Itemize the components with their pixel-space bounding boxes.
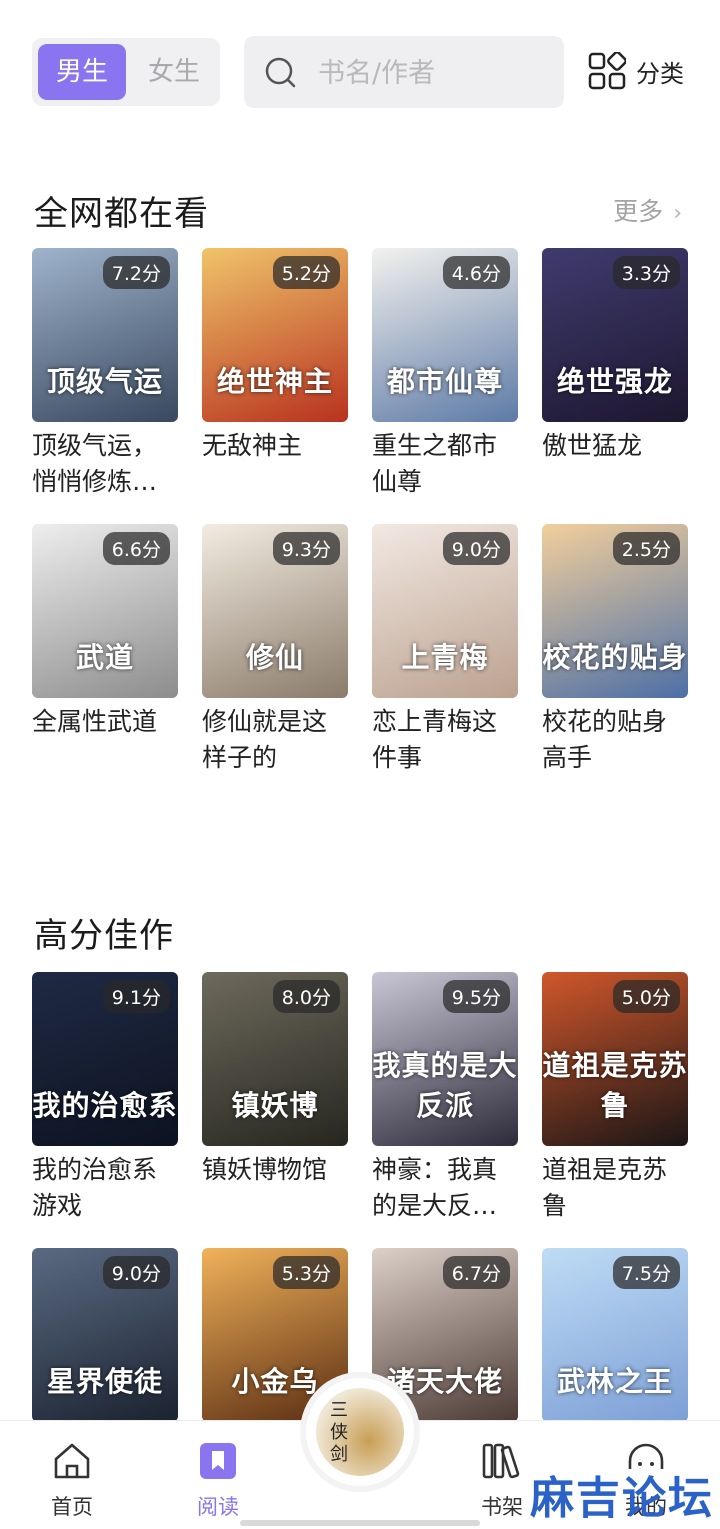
book-title[interactable]: 道祖是克苏鲁 [542,1152,688,1224]
now-playing-cover: 三侠剑 [316,1388,404,1476]
score-badge: 3.3分 [612,256,680,289]
book-title[interactable]: 修仙就是这样子的 [202,704,348,776]
book-cover[interactable]: 修仙 9.3分 [202,524,348,698]
nav-label: 阅读 [197,1495,239,1519]
book-cover[interactable]: 镇妖博 8.0分 [202,972,348,1146]
score-badge: 8.0分 [272,980,340,1013]
book-cover[interactable]: 武林之王 7.5分 [542,1248,688,1422]
score-badge: 5.2分 [272,256,340,289]
cover-title: 绝世神主 [216,365,333,398]
watermark: 麻吉论坛 [530,1473,714,1524]
cover-title: 校花的贴身 [542,641,688,674]
book-card[interactable]: 我的治愈系 9.1分我的治愈系游戏 [32,972,178,1224]
book-title[interactable]: 全属性武道 [32,704,178,740]
book-cover[interactable]: 上青梅 9.0分 [372,524,518,698]
score-badge: 9.3分 [272,532,340,565]
book-title[interactable]: 傲世猛龙 [542,428,688,464]
book-card[interactable]: 道祖是克苏鲁 5.0分道祖是克苏鲁 [542,972,688,1224]
home-icon [54,1443,90,1479]
category-label: 分类 [636,60,684,88]
score-badge: 9.0分 [102,1256,170,1289]
book-card[interactable]: 绝世强龙 3.3分傲世猛龙 [542,248,688,464]
score-badge: 9.0分 [442,532,510,565]
cover-title: 修仙 [245,641,304,674]
nav-item-read[interactable]: 阅读 [178,1439,258,1521]
book-cover[interactable]: 绝世神主 5.2分 [202,248,348,422]
book-cover[interactable]: 我的治愈系 9.1分 [32,972,178,1146]
cover-title: 我的治愈系 [32,1089,178,1122]
book-cover[interactable]: 都市仙尊 4.6分 [372,248,518,422]
book-title[interactable]: 顶级气运，悄悄修炼… [32,428,178,500]
cover-title: 我真的是大反派 [372,1049,518,1122]
book-card[interactable]: 上青梅 9.0分恋上青梅这件事 [372,524,518,776]
tab-female[interactable]: 女生 [130,44,218,100]
book-card[interactable]: 镇妖博 8.0分镇妖博物馆 [202,972,348,1188]
score-badge: 7.5分 [612,1256,680,1289]
cover-title: 道祖是克苏鲁 [542,1049,688,1122]
score-badge: 4.6分 [442,256,510,289]
book-title[interactable]: 无敌神主 [202,428,348,464]
gender-switch: 男生 女生 [32,38,220,106]
book-cover[interactable]: 校花的贴身 2.5分 [542,524,688,698]
top-bar: 男生 女生 分类 [0,0,720,140]
book-cover[interactable]: 我真的是大反派 9.5分 [372,972,518,1146]
cover-title: 星界使徒 [46,1365,163,1398]
section-title: 全网都在看 [34,194,209,234]
score-badge: 6.7分 [442,1256,510,1289]
book-title[interactable]: 重生之都市仙尊 [372,428,518,500]
cover-title: 顶级气运 [46,365,163,398]
score-badge: 5.3分 [272,1256,340,1289]
now-playing-disc[interactable]: 三侠剑 [306,1378,414,1486]
more-label: 更多 [613,197,664,226]
book-card[interactable]: 修仙 9.3分修仙就是这样子的 [202,524,348,776]
now-playing-title: 三侠剑 [330,1400,348,1465]
cover-title: 绝世强龙 [556,365,673,398]
book-title[interactable]: 镇妖博物馆 [202,1152,348,1188]
book-card[interactable]: 我真的是大反派 9.5分神豪：我真的是大反… [372,972,518,1224]
chevron-right-icon: › [673,201,682,226]
cover-title: 武道 [75,641,134,674]
home-indicator [240,1520,480,1526]
cover-title: 武林之王 [556,1365,673,1398]
search-box[interactable] [244,36,564,108]
book-card[interactable]: 顶级气运 7.2分顶级气运，悄悄修炼… [32,248,178,500]
tab-male[interactable]: 男生 [38,44,126,100]
score-badge: 5.0分 [612,980,680,1013]
cover-title: 镇妖博 [231,1089,319,1122]
cover-title: 上青梅 [401,641,489,674]
book-cover[interactable]: 道祖是克苏鲁 5.0分 [542,972,688,1146]
book-card[interactable]: 武道 6.6分全属性武道 [32,524,178,740]
book-card[interactable]: 绝世神主 5.2分无敌神主 [202,248,348,464]
bookshelf-icon [482,1443,520,1479]
book-title[interactable]: 神豪：我真的是大反… [372,1152,518,1224]
section-title: 高分佳作 [34,916,174,956]
book-card[interactable]: 校花的贴身 2.5分校花的贴身高手 [542,524,688,776]
grid-icon [588,52,626,90]
book-cover[interactable]: 顶级气运 7.2分 [32,248,178,422]
book-title[interactable]: 我的治愈系游戏 [32,1152,178,1224]
book-cover[interactable]: 武道 6.6分 [32,524,178,698]
book-title[interactable]: 恋上青梅这件事 [372,704,518,776]
nav-label: 首页 [51,1495,93,1519]
score-badge: 9.5分 [442,980,510,1013]
bookmark-icon [200,1443,236,1479]
book-grid: 我的治愈系 9.1分我的治愈系游戏 镇妖博 8.0分镇妖博物馆 我真的是大反派 9.5分神… [32,972,690,1496]
book-cover[interactable]: 星界使徒 9.0分 [32,1248,178,1422]
book-title[interactable]: 校花的贴身高手 [542,704,688,776]
search-input[interactable] [316,50,550,96]
score-badge: 9.1分 [102,980,170,1013]
book-grid: 顶级气运 7.2分顶级气运，悄悄修炼… 绝世神主 5.2分无敌神主 都市仙尊 4.6分重生… [32,248,690,808]
category-button[interactable]: 分类 [588,50,698,98]
search-icon [265,57,296,88]
book-cover[interactable]: 绝世强龙 3.3分 [542,248,688,422]
score-badge: 6.6分 [102,532,170,565]
cover-title: 都市仙尊 [386,365,503,398]
score-badge: 7.2分 [102,256,170,289]
nav-item-home[interactable]: 首页 [32,1439,112,1521]
book-card[interactable]: 都市仙尊 4.6分重生之都市仙尊 [372,248,518,500]
more-link[interactable]: 更多 › [613,192,682,228]
score-badge: 2.5分 [612,532,680,565]
